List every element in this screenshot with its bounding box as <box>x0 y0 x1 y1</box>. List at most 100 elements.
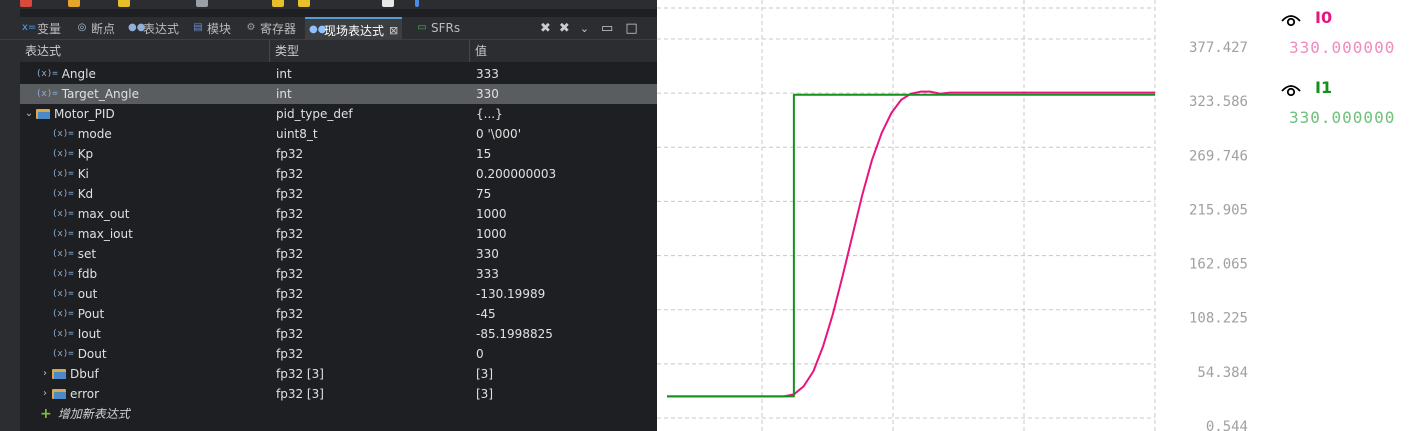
type-cell: uint8_t <box>276 127 318 141</box>
variable-icon: (x)= <box>52 229 74 239</box>
value-cell[interactable]: 0 '\000' <box>476 124 521 144</box>
table-row[interactable]: (x)= out fp32 -130.19989 <box>20 284 657 304</box>
value-cell[interactable]: 0 <box>476 344 484 364</box>
step-icon[interactable] <box>20 0 32 7</box>
table-row[interactable]: › error fp32 [3] [3] <box>20 384 657 404</box>
expression-name: Pout <box>77 307 105 321</box>
table-row[interactable]: › Dbuf fp32 [3] [3] <box>20 364 657 384</box>
type-cell: fp32 <box>276 187 304 201</box>
legend-panel: I0 330.000000 I1 330.000000 <box>1257 0 1423 431</box>
y-tick-label: 377.427 <box>1189 40 1248 56</box>
expression-cell: (x)= Iout <box>40 324 101 344</box>
save-icon[interactable] <box>196 0 208 7</box>
remove-all-icon[interactable]: ✖ <box>559 21 570 36</box>
variable-icon: (x)= <box>52 349 74 359</box>
minimize-icon[interactable]: ▭ <box>601 21 613 36</box>
column-header-value[interactable]: 值 <box>470 40 657 62</box>
expression-cell: (x)= Pout <box>40 304 104 324</box>
tab-label: SFRs <box>431 21 461 35</box>
struct-folder-icon <box>36 109 50 119</box>
tab-registers[interactable]: ⚙ 寄存器 <box>245 17 297 39</box>
value-cell[interactable]: -130.19989 <box>476 284 545 304</box>
collapse-chevron-icon[interactable]: ⌄ <box>24 104 34 124</box>
add-expression-row[interactable]: + 增加新表达式 <box>20 404 657 424</box>
column-header-expression[interactable]: 表达式 <box>20 40 270 62</box>
tab-breakpoints[interactable]: ◎ 断点 <box>76 17 115 39</box>
table-row[interactable]: (x)= mode uint8_t 0 '\000' <box>20 124 657 144</box>
table-row[interactable]: (x)= Ki fp32 0.200000003 <box>20 164 657 184</box>
back-icon[interactable] <box>272 0 284 7</box>
type-cell: fp32 <box>276 267 304 281</box>
tab-modules[interactable]: ▤ 模块 <box>192 17 231 39</box>
forward-icon[interactable] <box>298 0 310 7</box>
y-tick-label: 108.225 <box>1189 311 1248 327</box>
variable-icon: (x)= <box>52 329 74 339</box>
value-cell[interactable]: 333 <box>476 264 499 284</box>
expression-cell: (x)= Target_Angle <box>24 84 139 104</box>
expression-name: max_iout <box>77 227 133 241</box>
open-folder-icon[interactable] <box>68 0 80 7</box>
y-tick-label: 323.586 <box>1189 94 1248 110</box>
type-cell: int <box>276 87 292 101</box>
value-cell[interactable]: 1000 <box>476 204 507 224</box>
tab-sfrs[interactable]: ▭ SFRs <box>416 17 460 39</box>
value-cell[interactable]: [3] <box>476 364 493 384</box>
value-cell[interactable]: -85.1998825 <box>476 324 553 344</box>
expand-chevron-icon[interactable]: › <box>40 364 50 384</box>
table-row[interactable]: (x)= fdb fp32 333 <box>20 264 657 284</box>
table-row[interactable]: (x)= Target_Angle int 330 <box>20 84 657 104</box>
pin-icon[interactable] <box>415 0 419 7</box>
struct-folder-icon <box>52 389 66 399</box>
tab-variables[interactable]: x= 变量 <box>22 17 61 39</box>
table-row[interactable]: (x)= Angle int 333 <box>20 64 657 84</box>
value-cell[interactable]: 15 <box>476 144 491 164</box>
document-icon[interactable] <box>382 0 394 7</box>
eye-icon[interactable] <box>1281 12 1301 28</box>
table-row[interactable]: (x)= Kp fp32 15 <box>20 144 657 164</box>
expression-cell: (x)= mode <box>40 124 112 144</box>
value-cell[interactable]: [3] <box>476 384 493 404</box>
tab-expressions[interactable]: ●● 表达式 <box>128 17 179 39</box>
expression-name: Dout <box>77 347 107 361</box>
expression-cell: (x)= max_iout <box>40 224 133 244</box>
table-row[interactable]: (x)= max_iout fp32 1000 <box>20 224 657 244</box>
tab-label: 寄存器 <box>260 21 297 36</box>
expression-cell: › error <box>40 384 99 404</box>
table-row[interactable]: ⌄ Motor_PID pid_type_def {...} <box>20 104 657 124</box>
legend-series-value: 330.000000 <box>1289 38 1396 57</box>
value-cell[interactable]: 75 <box>476 184 491 204</box>
table-row[interactable]: (x)= max_out fp32 1000 <box>20 204 657 224</box>
column-header-type[interactable]: 类型 <box>270 40 470 62</box>
value-cell[interactable]: 330 <box>476 84 499 104</box>
view-menu-chevron-icon[interactable]: ⌄ <box>580 22 589 35</box>
expression-cell: (x)= set <box>40 244 96 264</box>
add-icon[interactable]: + <box>40 404 52 424</box>
search-icon[interactable] <box>118 0 130 7</box>
table-row[interactable]: (x)= set fp32 330 <box>20 244 657 264</box>
type-cell: fp32 [3] <box>276 387 324 401</box>
eye-icon[interactable] <box>1281 82 1301 98</box>
value-cell[interactable]: 330 <box>476 244 499 264</box>
value-cell[interactable]: -45 <box>476 304 496 324</box>
table-row[interactable]: (x)= Kd fp32 75 <box>20 184 657 204</box>
value-cell[interactable]: {...} <box>476 104 503 124</box>
close-tab-icon[interactable]: ⊠ <box>389 24 398 37</box>
add-expression-label[interactable]: 增加新表达式 <box>58 404 130 424</box>
y-tick-label: 54.384 <box>1197 365 1248 381</box>
remove-expression-icon[interactable]: ✖ <box>540 21 551 36</box>
tab-live-expressions[interactable]: ●● 现场表达式 ⊠ <box>305 17 403 41</box>
series-line-i0 <box>667 90 1155 398</box>
value-cell[interactable]: 0.200000003 <box>476 164 556 184</box>
table-row[interactable]: (x)= Iout fp32 -85.1998825 <box>20 324 657 344</box>
expression-tree: (x)= Angle int 333 (x)= Target_Angle int 330 ⌄ Mo… <box>20 64 657 424</box>
table-row[interactable]: (x)= Pout fp32 -45 <box>20 304 657 324</box>
expand-chevron-icon[interactable]: › <box>40 384 50 404</box>
add-expression-cell: + 增加新表达式 <box>40 404 130 424</box>
expressions-icon: ●● <box>128 22 146 33</box>
table-row[interactable]: (x)= Dout fp32 0 <box>20 344 657 364</box>
maximize-icon[interactable]: □ <box>625 21 637 36</box>
breakpoints-icon: ◎ <box>77 22 87 33</box>
value-cell[interactable]: 1000 <box>476 224 507 244</box>
value-cell[interactable]: 333 <box>476 64 499 84</box>
expression-cell: (x)= Angle <box>24 64 96 84</box>
